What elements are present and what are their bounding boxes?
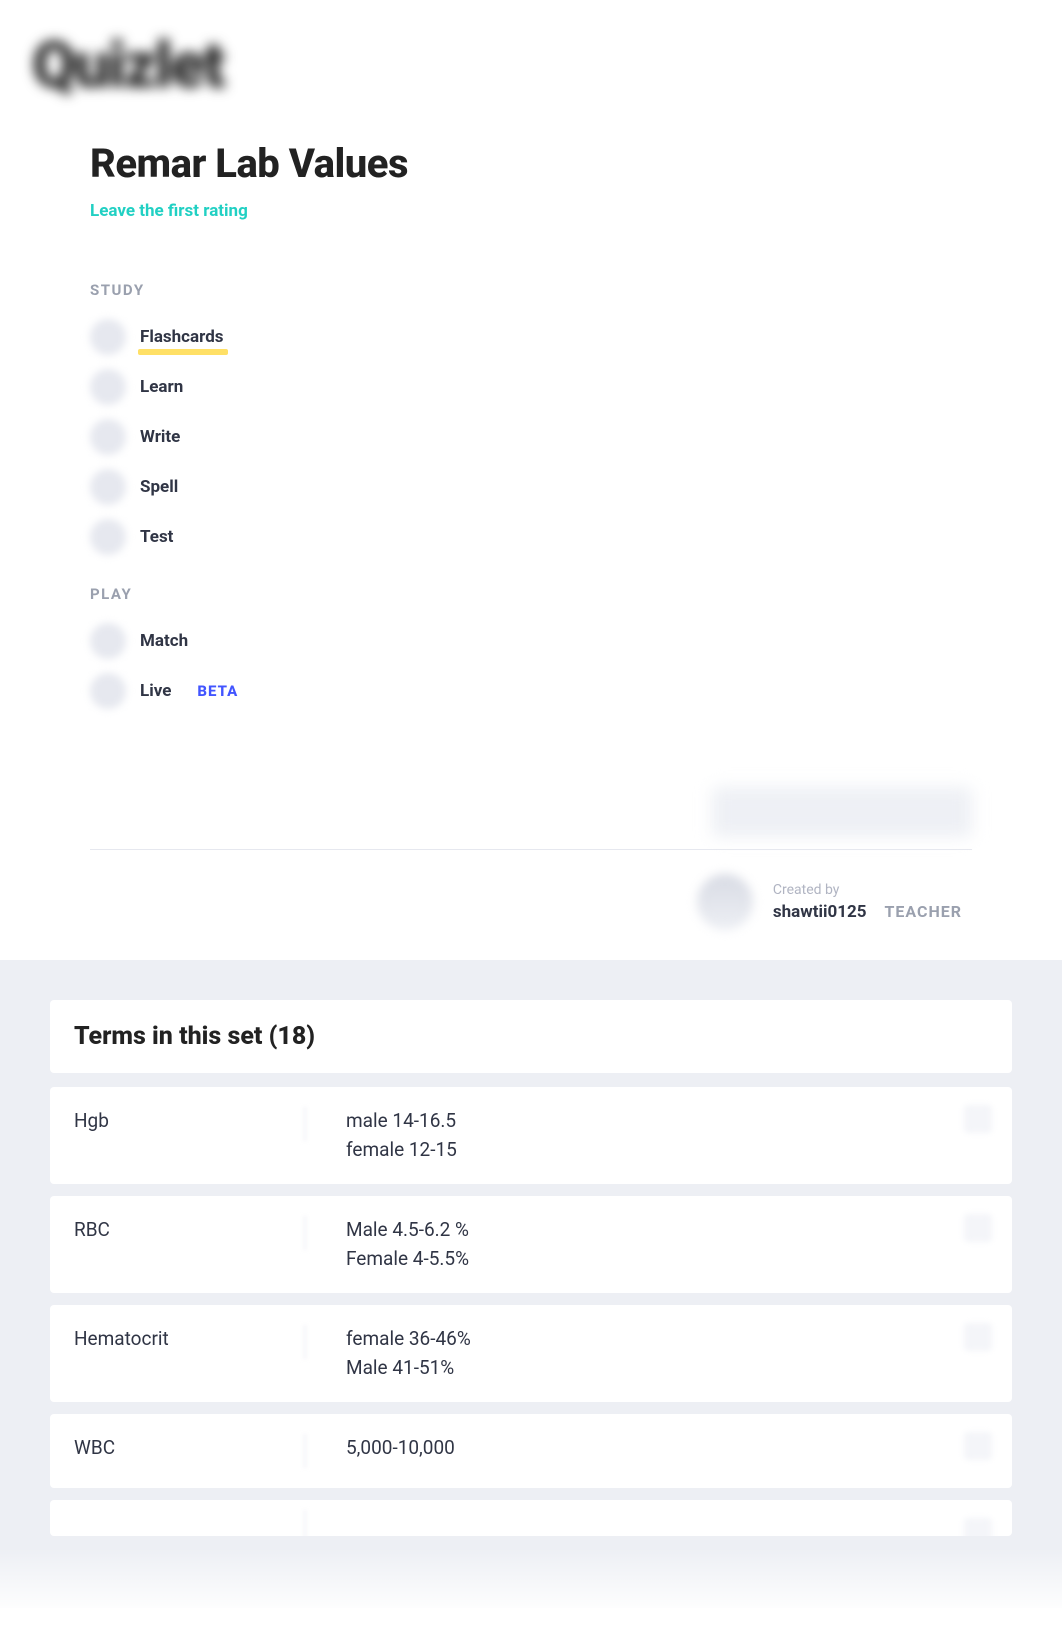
star-icon[interactable]	[964, 1214, 992, 1242]
play-section-label: PLAY	[90, 585, 972, 603]
match-icon	[90, 623, 126, 659]
term-name	[74, 1510, 304, 1512]
learn-icon	[90, 369, 126, 405]
beta-badge: BETA	[197, 682, 238, 700]
study-spell[interactable]: Spell	[90, 469, 972, 505]
study-flashcards[interactable]: Flashcards	[90, 319, 972, 355]
term-definition: 5,000-10,000	[346, 1434, 988, 1463]
term-card[interactable]: WBC 5,000-10,000	[50, 1414, 1012, 1488]
spell-icon	[90, 469, 126, 505]
study-item-label: Flashcards	[140, 327, 224, 347]
term-card[interactable]: RBC Male 4.5-6.2 %Female 4-5.5%	[50, 1196, 1012, 1293]
play-item-label: Live	[140, 681, 171, 701]
play-match[interactable]: Match	[90, 623, 972, 659]
terms-section: Terms in this set (18) Hgb male 14-16.5f…	[0, 960, 1062, 1608]
term-name: WBC	[74, 1434, 304, 1459]
page-title: Remar Lab Values	[90, 140, 972, 187]
term-definition: female 36-46%Male 41-51%	[346, 1325, 988, 1382]
term-name: Hgb	[74, 1107, 304, 1132]
term-separator	[304, 1107, 306, 1141]
leave-rating-link[interactable]: Leave the first rating	[90, 201, 972, 221]
term-card[interactable]	[50, 1500, 1012, 1536]
study-learn[interactable]: Learn	[90, 369, 972, 405]
play-item-label: Match	[140, 631, 188, 651]
flashcards-icon	[90, 319, 126, 355]
study-item-label: Learn	[140, 377, 183, 397]
terms-header: Terms in this set (18)	[74, 1022, 988, 1051]
study-item-label: Write	[140, 427, 180, 447]
site-logo[interactable]: Quizlet	[32, 28, 223, 103]
term-separator	[304, 1325, 306, 1359]
star-icon[interactable]	[964, 1432, 992, 1460]
term-separator	[304, 1434, 306, 1468]
creator-username[interactable]: shawtii0125	[773, 902, 867, 922]
term-name: Hematocrit	[74, 1325, 304, 1350]
star-icon[interactable]	[964, 1323, 992, 1351]
created-by-label: Created by	[773, 882, 962, 898]
term-separator	[304, 1216, 306, 1250]
term-separator	[304, 1510, 306, 1536]
write-icon	[90, 419, 126, 455]
term-definition: male 14-16.5female 12-15	[346, 1107, 988, 1164]
live-icon	[90, 673, 126, 709]
teacher-badge: TEACHER	[884, 902, 962, 921]
play-live[interactable]: Live BETA	[90, 673, 972, 709]
term-card[interactable]: Hematocrit female 36-46%Male 41-51%	[50, 1305, 1012, 1402]
study-item-label: Test	[140, 527, 173, 547]
test-icon	[90, 519, 126, 555]
share-toolbar[interactable]	[712, 787, 972, 837]
study-test[interactable]: Test	[90, 519, 972, 555]
star-icon[interactable]	[964, 1518, 992, 1536]
study-item-label: Spell	[140, 477, 178, 497]
study-write[interactable]: Write	[90, 419, 972, 455]
star-icon[interactable]	[964, 1105, 992, 1133]
creator-avatar[interactable]	[697, 874, 753, 930]
terms-header-card: Terms in this set (18)	[50, 1000, 1012, 1073]
study-section-label: STUDY	[90, 281, 972, 299]
term-name: RBC	[74, 1216, 304, 1241]
term-definition: Male 4.5-6.2 %Female 4-5.5%	[346, 1216, 988, 1273]
term-card[interactable]: Hgb male 14-16.5female 12-15	[50, 1087, 1012, 1184]
